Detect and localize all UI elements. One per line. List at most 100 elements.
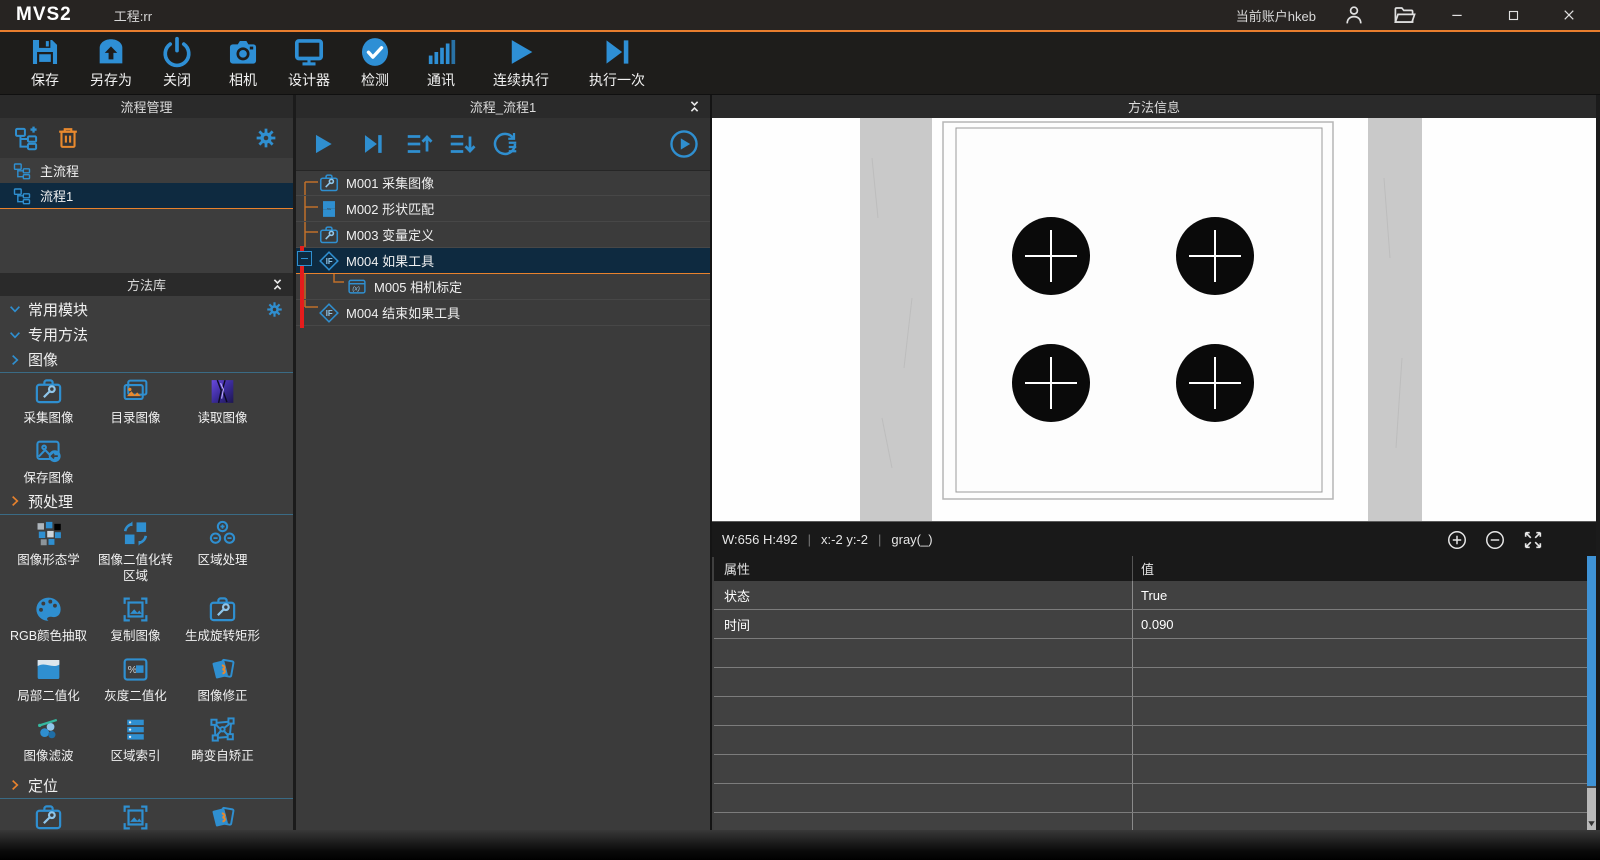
move-up-button[interactable] — [404, 129, 434, 159]
locate-grid-clipped — [0, 798, 296, 830]
loop-settings-button[interactable] — [490, 129, 520, 159]
method-distortion-correction[interactable]: 畸变自矫正 — [179, 710, 266, 764]
briefcase-icon — [33, 802, 64, 830]
method-item-partial[interactable] — [5, 798, 92, 830]
distortion-correction-icon — [207, 714, 238, 745]
section-preprocess[interactable]: 预处理 — [0, 488, 293, 515]
method-read-image[interactable]: 读取图像 — [179, 372, 266, 426]
collapse-panel-icon[interactable] — [687, 99, 702, 114]
chevron-right-icon — [8, 778, 22, 792]
run-once-button[interactable]: 执行一次 — [573, 35, 661, 90]
table-row-empty[interactable] — [714, 726, 1588, 755]
collapse-node-toggle[interactable] — [297, 251, 312, 266]
image-methods-grid-row2: 保存图像 — [0, 432, 296, 486]
section-common-modules[interactable]: 常用模块 — [0, 296, 293, 323]
method-save-image[interactable]: 保存图像 — [5, 432, 92, 486]
table-row[interactable]: 状态 True — [714, 581, 1588, 610]
section-image[interactable]: 图像 — [0, 347, 293, 373]
app-logo: MVS2 — [16, 4, 72, 26]
section-special-methods[interactable]: 专用方法 — [0, 322, 293, 348]
move-down-button[interactable] — [447, 129, 477, 159]
scrollbar-thumb[interactable] — [1587, 556, 1596, 786]
property-column-header: 属性 — [714, 556, 1133, 581]
morphology-icon — [33, 518, 64, 549]
communication-button[interactable]: 通讯 — [413, 35, 469, 90]
zoom-in-icon[interactable] — [1446, 529, 1468, 551]
flow-node-m003[interactable]: M003 变量定义 — [296, 222, 710, 248]
gray-binarize-icon — [120, 654, 151, 685]
image-viewport[interactable] — [712, 118, 1596, 521]
image-filter-icon — [33, 714, 64, 745]
collapse-panel-icon[interactable] — [270, 277, 285, 292]
table-row-empty[interactable] — [714, 755, 1588, 784]
step-next-icon — [599, 35, 635, 69]
run-continuous-button[interactable]: 连续执行 — [479, 35, 563, 90]
value-column-header: 值 — [1133, 556, 1588, 581]
table-row-empty[interactable] — [714, 697, 1588, 726]
table-row-empty[interactable] — [714, 784, 1588, 813]
step-flow-button[interactable] — [360, 131, 386, 157]
flow-item-flow1[interactable]: 流程1 — [0, 183, 293, 209]
method-gray-binarize[interactable]: 灰度二值化 — [92, 650, 179, 704]
flow-node-m004-endif[interactable]: M004 结束如果工具 — [296, 300, 710, 326]
method-local-binarize[interactable]: 局部二值化 — [5, 650, 92, 704]
scrollbar-down-button[interactable] — [1587, 788, 1596, 830]
camera-icon — [225, 35, 261, 69]
method-copy-image[interactable]: 复制图像 — [92, 590, 179, 644]
close-button[interactable] — [1554, 3, 1584, 27]
close-project-button[interactable]: 关闭 — [149, 35, 205, 90]
method-morphology[interactable]: 图像形态学 — [5, 514, 92, 585]
maximize-button[interactable] — [1498, 3, 1528, 27]
method-region-process[interactable]: 区域处理 — [179, 514, 266, 585]
save-button[interactable]: 保存 — [17, 35, 73, 90]
user-icon[interactable] — [1342, 3, 1366, 27]
image-correction-icon — [207, 654, 238, 685]
preprocess-grid-row3: 局部二值化 灰度二值化 图像修正 — [0, 650, 296, 704]
titlebar: MVS2 工程:rr 当前账户hkeb — [0, 0, 1600, 32]
flow-node-m004-if[interactable]: M004 如果工具 — [296, 248, 710, 274]
method-item-partial[interactable] — [179, 798, 266, 830]
folder-icon[interactable] — [1392, 3, 1416, 27]
left-panel: 流程管理 主流程 流程1 方法库 常用模块 专用方法 — [0, 95, 296, 830]
method-capture-image[interactable]: 采集图像 — [5, 372, 92, 426]
method-region-index[interactable]: 区域索引 — [92, 710, 179, 764]
add-flow-button[interactable] — [13, 124, 41, 152]
flow-item-main[interactable]: 主流程 — [0, 158, 293, 184]
flow-node-m001[interactable]: M001 采集图像 — [296, 170, 710, 196]
method-directory-image[interactable]: 目录图像 — [92, 372, 179, 426]
camera-button[interactable]: 相机 — [215, 35, 271, 90]
camera-calibration-icon — [346, 276, 368, 298]
section-gear-icon[interactable] — [266, 301, 283, 318]
method-image-filter[interactable]: 图像滤波 — [5, 710, 92, 764]
fit-fullscreen-icon[interactable] — [1522, 529, 1544, 551]
section-locate[interactable]: 定位 — [0, 772, 293, 799]
method-binarize-to-region[interactable]: 图像二值化转区域 — [92, 514, 179, 585]
minimize-button[interactable] — [1442, 3, 1472, 27]
table-row-empty[interactable] — [714, 668, 1588, 697]
table-scrollbar[interactable] — [1587, 556, 1596, 830]
save-as-button[interactable]: 另存为 — [83, 35, 139, 90]
table-row-empty[interactable] — [714, 813, 1588, 830]
end-if-tool-icon — [318, 302, 340, 324]
method-image-correction[interactable]: 图像修正 — [179, 650, 266, 704]
detect-button[interactable]: 检测 — [347, 35, 403, 90]
flow-node-m002[interactable]: M002 形状匹配 — [296, 196, 710, 222]
delete-flow-button[interactable] — [54, 124, 82, 152]
flow-node-tree: M001 采集图像 M002 形状匹配 M003 变量定义 M004 如果工具 … — [296, 170, 710, 326]
method-rgb-extract[interactable]: RGB颜色抽取 — [5, 590, 92, 644]
flow-node-m005[interactable]: M005 相机标定 — [296, 274, 710, 300]
run-flow-button[interactable] — [310, 131, 336, 157]
method-rotated-rect[interactable]: 生成旋转矩形 — [179, 590, 266, 644]
table-row-empty[interactable] — [714, 639, 1588, 668]
table-row[interactable]: 时间 0.090 — [714, 610, 1588, 639]
method-item-partial[interactable] — [92, 798, 179, 830]
run-selected-button[interactable] — [668, 128, 700, 160]
result-table: 属性 值 状态 True 时间 0.090 — [714, 556, 1588, 830]
palette-icon — [33, 594, 64, 625]
designer-button[interactable]: 设计器 — [281, 35, 337, 90]
preprocess-grid-row1: 图像形态学 图像二值化转区域 区域处理 — [0, 514, 296, 585]
zoom-out-icon[interactable] — [1484, 529, 1506, 551]
chevron-right-icon — [8, 494, 22, 508]
region-index-icon — [120, 714, 151, 745]
flow-settings-gear-icon[interactable] — [255, 127, 277, 149]
